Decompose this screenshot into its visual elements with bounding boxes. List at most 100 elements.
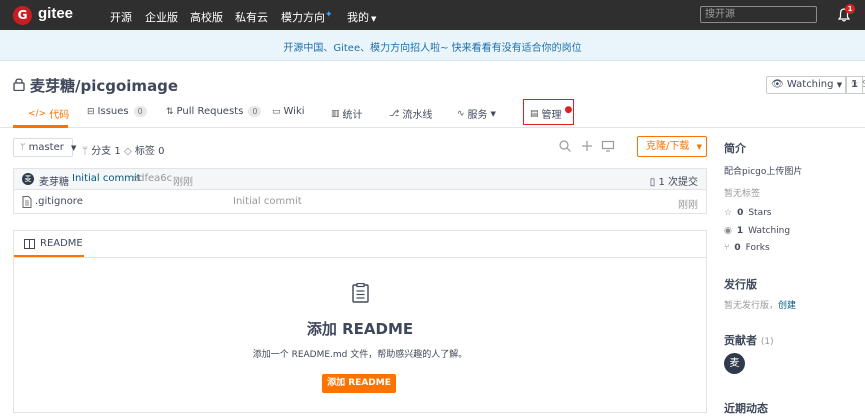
release-title: 发行版 [724, 278, 757, 291]
nav-link-opensource[interactable]: 开源 [110, 9, 132, 25]
tags-link[interactable]: ◇ 标签 0 [124, 142, 164, 157]
search-icon[interactable] [558, 139, 572, 153]
notification-badge: 1 [845, 4, 855, 14]
repo-tabs: </> 代码 ⊟ Issues 0 ⇅ Pull Requests 0 ▭ Wi… [0, 100, 865, 128]
tab-wiki[interactable]: ▭ Wiki [272, 106, 305, 117]
file-name[interactable]: .gitignore [35, 196, 83, 207]
no-tags-text: 暂无标签 [724, 189, 761, 199]
watch-button[interactable]: 👁 Watching ▼ [766, 76, 848, 94]
clone-download-button[interactable]: 克隆/下载 ▼ [637, 136, 707, 157]
chevron-down-icon: ▼ [371, 15, 377, 23]
tags-label: 标签 0 [134, 146, 165, 157]
readme-panel: README 添加 README 添加一个 README.md 文件，帮助感兴趣… [13, 230, 707, 413]
nav-link-education[interactable]: 高校版 [190, 9, 223, 25]
commit-count-link[interactable]: ▯ 1 次提交 [650, 173, 698, 188]
tab-code-label: 代码 [49, 110, 70, 121]
branches-label: 分支 1 [91, 146, 121, 157]
nav-link-mine[interactable]: 我的 ▼ [347, 9, 376, 25]
avatar[interactable]: 麦 [724, 353, 745, 374]
tab-pull-requests[interactable]: ⇅ Pull Requests 0 [166, 106, 262, 117]
contributors-label: 贡献者 [724, 334, 757, 347]
watching-count: 1 [736, 226, 744, 236]
commit-icon: ▯ [649, 177, 656, 188]
latest-commit-row: 麦 麦芽糖 Initial commit edfea6c 刚刚 ▯ 1 次提交 [13, 168, 707, 190]
release-none-text: 暂无发行版， [724, 301, 779, 311]
readme-tab-label: README [40, 238, 83, 249]
avatar[interactable]: 麦 [22, 173, 34, 185]
repo-title[interactable]: 麦芽糖/picgoimage [30, 75, 178, 96]
eye-icon: ◉ [724, 226, 732, 236]
file-commit-message[interactable]: Initial commit [233, 196, 302, 207]
create-release-link[interactable]: 创建 [778, 301, 796, 311]
issues-icon: ⊟ [87, 106, 95, 117]
watch-label: Watching [786, 79, 834, 90]
star-icon: ☆ [850, 79, 859, 90]
gitee-logo-text[interactable]: gitee [38, 5, 73, 22]
commit-time: 刚刚 [173, 177, 193, 188]
branches-link[interactable]: ᛘ 分支 1 [82, 142, 121, 157]
branch-select[interactable]: ᛘ master ▼ [13, 138, 77, 157]
readme-tab[interactable]: README [14, 231, 84, 257]
intro-title: 简介 [724, 142, 746, 155]
highlight-box [523, 99, 574, 125]
readme-empty-desc: 添加一个 README.md 文件，帮助感兴趣的人了解。 [252, 350, 468, 360]
tab-issues-label: Issues [97, 106, 129, 117]
pulse-icon: ∿ [457, 108, 465, 119]
readme-empty-title: 添加 README [306, 320, 414, 338]
nav-link-moli[interactable]: 模力方向✦ [281, 9, 333, 25]
forks-count: 0 [734, 243, 741, 253]
commit-hash[interactable]: edfea6c [132, 173, 172, 184]
tab-issues-count: 0 [133, 106, 147, 117]
nav-link-moli-label: 模力方向 [281, 11, 325, 24]
release-empty: 暂无发行版，创建 [724, 298, 796, 311]
branch-icon: ᛘ [20, 143, 26, 153]
gitee-logo-icon[interactable]: G [13, 6, 32, 25]
lock-icon [13, 78, 25, 91]
document-icon [352, 283, 369, 303]
search-input[interactable] [701, 7, 816, 22]
commit-count-label: 1 次提交 [658, 177, 698, 188]
tab-code[interactable]: </> 代码 [28, 106, 70, 122]
divider [14, 257, 706, 258]
announcement-banner: 开源中国、Gitee、模力方向招人啦~ 快来看看有没有适合你的岗位 [0, 30, 865, 61]
sparkle-icon: ✦ [325, 10, 333, 20]
commit-message[interactable]: Initial commit [72, 173, 141, 184]
star-button[interactable]: ☆ S [845, 76, 865, 94]
tab-stats[interactable]: ▥ 统计 [331, 106, 363, 122]
monitor-icon[interactable] [601, 139, 615, 153]
tab-pipeline[interactable]: ⎇ 流水线 [389, 106, 432, 122]
tab-stats-label: 统计 [342, 110, 363, 121]
book-icon [24, 239, 35, 249]
branch-name: master [28, 142, 64, 153]
chevron-down-icon: ▼ [696, 143, 702, 151]
nav-link-enterprise[interactable]: 企业版 [145, 9, 178, 25]
chevron-down-icon: ▼ [71, 144, 77, 152]
intro-description: 配合picgo上传图片 [724, 167, 803, 177]
tab-services[interactable]: ∿ 服务 ▼ [457, 106, 496, 122]
plus-icon[interactable] [580, 139, 594, 153]
watching-stat[interactable]: ◉ 1 Watching [724, 226, 790, 236]
tag-icon: ◇ [124, 146, 132, 157]
nav-link-mine-label: 我的 [347, 11, 369, 24]
announcement-text[interactable]: 开源中国、Gitee、模力方向招人啦~ 快来看看有没有适合你的岗位 [0, 39, 865, 54]
forks-stat[interactable]: ⑂ 0 Forks [724, 243, 770, 253]
stars-stat[interactable]: ☆ 0 Stars [724, 208, 772, 218]
code-icon: </> [28, 108, 47, 119]
contributors-title: 贡献者 (1) [724, 332, 774, 348]
active-tab-underline [13, 125, 68, 128]
eye-icon: 👁 [771, 79, 784, 90]
tab-issues[interactable]: ⊟ Issues 0 [87, 106, 147, 117]
clone-label: 克隆/下载 [646, 141, 690, 152]
branch-count-icon: ᛘ [82, 146, 88, 157]
file-icon [22, 196, 32, 208]
top-navbar: G gitee 开源 企业版 高校版 私有云 模力方向✦ 我的▼ 1 [0, 0, 865, 30]
tab-pull-requests-count: 0 [248, 106, 262, 117]
contributors-count: (1) [760, 337, 774, 347]
add-readme-button[interactable]: 添加 README [322, 374, 396, 393]
nav-link-private-cloud[interactable]: 私有云 [235, 9, 268, 25]
tab-services-label: 服务 [467, 110, 488, 121]
tab-wiki-label: Wiki [283, 106, 305, 117]
search-box[interactable] [700, 6, 817, 23]
activity-title: 近期动态 [724, 402, 768, 415]
commit-author[interactable]: 麦芽糖 [39, 173, 69, 188]
